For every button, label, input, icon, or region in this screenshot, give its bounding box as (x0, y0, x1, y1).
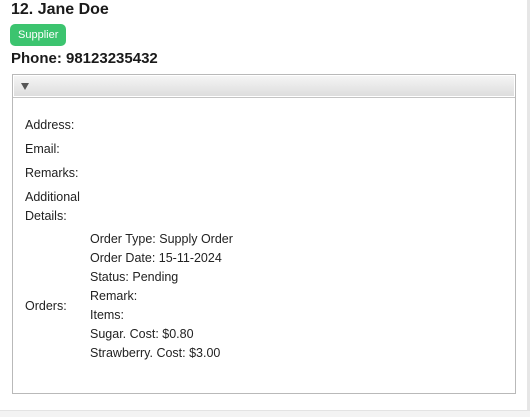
order-line: Items: (90, 308, 125, 322)
orders-list: Order Type: Supply Order Order Date: 15-… (90, 230, 233, 363)
orders-label: Orders: (25, 299, 67, 313)
order-line: Status: Pending (90, 270, 179, 284)
order-line: Strawberry. Cost: $3.00 (90, 346, 221, 360)
order-line: Order Date: 15-11-2024 (90, 251, 222, 265)
contact-name: 12. Jane Doe (11, 1, 109, 18)
order-line: Sugar. Cost: $0.80 (90, 327, 194, 341)
order-line: Order Type: Supply Order (90, 232, 233, 246)
address-label: Address: (25, 118, 75, 132)
order-line: Remark: (90, 289, 138, 303)
remarks-label: Remarks: (25, 166, 79, 180)
email-label: Email: (25, 142, 60, 156)
additional-details-label: Additional Details: (25, 190, 80, 223)
contact-card-view: 12. Jane Doe Supplier Phone: 98123235432… (0, 0, 530, 417)
contact-phone: Phone: 98123235432 (11, 50, 158, 67)
triangle-down-icon[interactable] (21, 83, 29, 90)
details-panel: Address: Email: Remarks: Additional Deta… (12, 74, 516, 394)
supplier-tag: Supplier (10, 24, 67, 46)
bottom-divider (0, 410, 530, 417)
details-panel-header[interactable] (13, 75, 515, 98)
